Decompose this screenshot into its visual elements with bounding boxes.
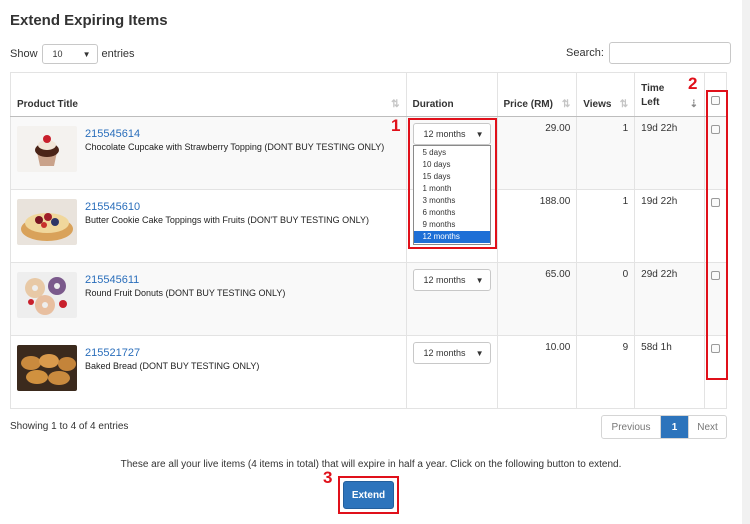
length-control: Show 10 ▼ entries	[10, 44, 135, 64]
entries-value: 10	[52, 49, 63, 59]
price-cell: 29.00	[496, 116, 578, 190]
table-row: 215521727 Baked Bread (DONT BUY TESTING …	[10, 335, 727, 409]
product-name: Round Fruit Donuts (DONT BUY TESTING ONL…	[85, 288, 286, 298]
next-page-button[interactable]: Next	[688, 416, 726, 438]
table-row: 215545610 Butter Cookie Cake Toppings wi…	[10, 189, 727, 263]
items-table: Product Title ⇅ Duration Price (RM) ⇅ View…	[10, 72, 727, 409]
views-cell: 9	[576, 335, 636, 409]
views-cell: 1	[576, 116, 636, 190]
sort-icon: ⇅	[619, 99, 629, 110]
time-left-cell: 58d 1h	[634, 335, 706, 409]
price-cell: 188.00	[496, 189, 578, 263]
entries-select[interactable]: 10 ▼	[41, 44, 98, 64]
page-title: Extend Expiring Items	[10, 12, 168, 29]
product-name: Chocolate Cupcake with Strawberry Toppin…	[85, 142, 385, 152]
product-id-link[interactable]: 215545611	[85, 274, 285, 286]
annotation-box-extend	[338, 476, 399, 514]
column-header-views[interactable]: Views ⇅	[576, 72, 636, 117]
annotation-number-3: 3	[323, 468, 333, 487]
duration-select[interactable]: 12 months ▼	[412, 342, 491, 364]
show-label: Show	[10, 48, 38, 60]
product-id-link[interactable]: 215545614	[85, 128, 384, 140]
time-left-cell: 19d 22h	[634, 189, 706, 263]
product-image-cake[interactable]	[17, 199, 77, 245]
price-cell: 10.00	[496, 335, 578, 409]
product-image-donuts[interactable]	[17, 272, 77, 318]
chevron-down-icon: ▼	[475, 275, 484, 285]
price-cell: 65.00	[496, 262, 578, 336]
search-control: Search:	[566, 42, 731, 64]
chevron-down-icon: ▼	[475, 348, 484, 358]
product-name: Baked Bread (DONT BUY TESTING ONLY)	[85, 361, 260, 371]
sort-icon: ⇅	[561, 99, 571, 110]
sort-icon: ⇅	[391, 99, 400, 110]
extend-note: These are all your live items (4 items i…	[120, 459, 622, 470]
views-cell: 1	[576, 189, 636, 263]
annotation-box-duration	[408, 118, 497, 249]
product-image-cupcake[interactable]	[17, 126, 77, 172]
pagination: Previous 1 Next	[601, 415, 727, 439]
table-info: Showing 1 to 4 of 4 entries	[10, 421, 129, 432]
annotation-number-1: 1	[391, 116, 401, 135]
previous-page-button[interactable]: Previous	[602, 416, 661, 438]
table-header-row: Product Title ⇅ Duration Price (RM) ⇅ View…	[10, 72, 727, 117]
column-header-duration: Duration	[405, 72, 498, 117]
time-left-cell: 29d 22h	[634, 262, 706, 336]
sort-ascending-icon: ⇣	[689, 99, 699, 110]
entries-label: entries	[101, 48, 135, 60]
product-id-link[interactable]: 215521727	[85, 347, 259, 359]
table-row: 215545611 Round Fruit Donuts (DONT BUY T…	[10, 262, 727, 336]
table-row: 215545614 Chocolate Cupcake with Strawbe…	[10, 116, 727, 245]
search-label: Search:	[566, 47, 604, 59]
annotation-number-2: 2	[688, 74, 698, 93]
product-name: Butter Cookie Cake Toppings with Fruits …	[85, 215, 369, 225]
column-header-product-title[interactable]: Product Title ⇅	[10, 72, 407, 117]
extend-items-panel: Extend Expiring Items Show 10 ▼ entries …	[0, 0, 742, 524]
chevron-down-icon: ▼	[82, 49, 91, 59]
annotation-box-checkboxes	[706, 90, 728, 380]
product-id-link[interactable]: 215545610	[85, 201, 369, 213]
time-left-cell: 19d 22h	[634, 116, 706, 190]
product-image-bread[interactable]	[17, 345, 77, 391]
search-input[interactable]	[608, 42, 731, 64]
views-cell: 0	[576, 262, 636, 336]
duration-select[interactable]: 12 months ▼	[412, 269, 491, 291]
column-header-price[interactable]: Price (RM) ⇅	[496, 72, 578, 117]
page-1-button[interactable]: 1	[661, 416, 688, 438]
